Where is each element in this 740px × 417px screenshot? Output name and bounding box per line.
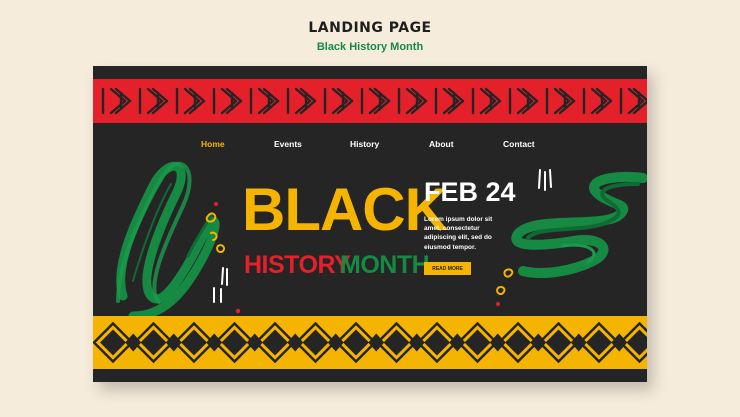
green-brush-stroke-left-icon [116, 161, 220, 321]
yellow-pattern-band [93, 316, 647, 369]
yellow-diamond-pattern-icon [93, 321, 647, 364]
event-date: FEB 24 [424, 177, 516, 207]
hero-title-black: BLACK [242, 176, 448, 243]
event-description: Lorem ipsum dolor sit amet, consectetur … [424, 216, 493, 251]
hero-title-history: HISTORY [244, 251, 351, 279]
green-brush-stroke-right-icon [511, 171, 647, 278]
read-more-button[interactable]: read more [424, 262, 471, 275]
page-title: LANDING PAGE [308, 20, 432, 36]
landing-page-card: Home Events History About Contact BLACK … [93, 66, 647, 382]
hero-title-month: MONTH [340, 251, 430, 279]
page-subtitle: Black History Month [316, 41, 424, 53]
